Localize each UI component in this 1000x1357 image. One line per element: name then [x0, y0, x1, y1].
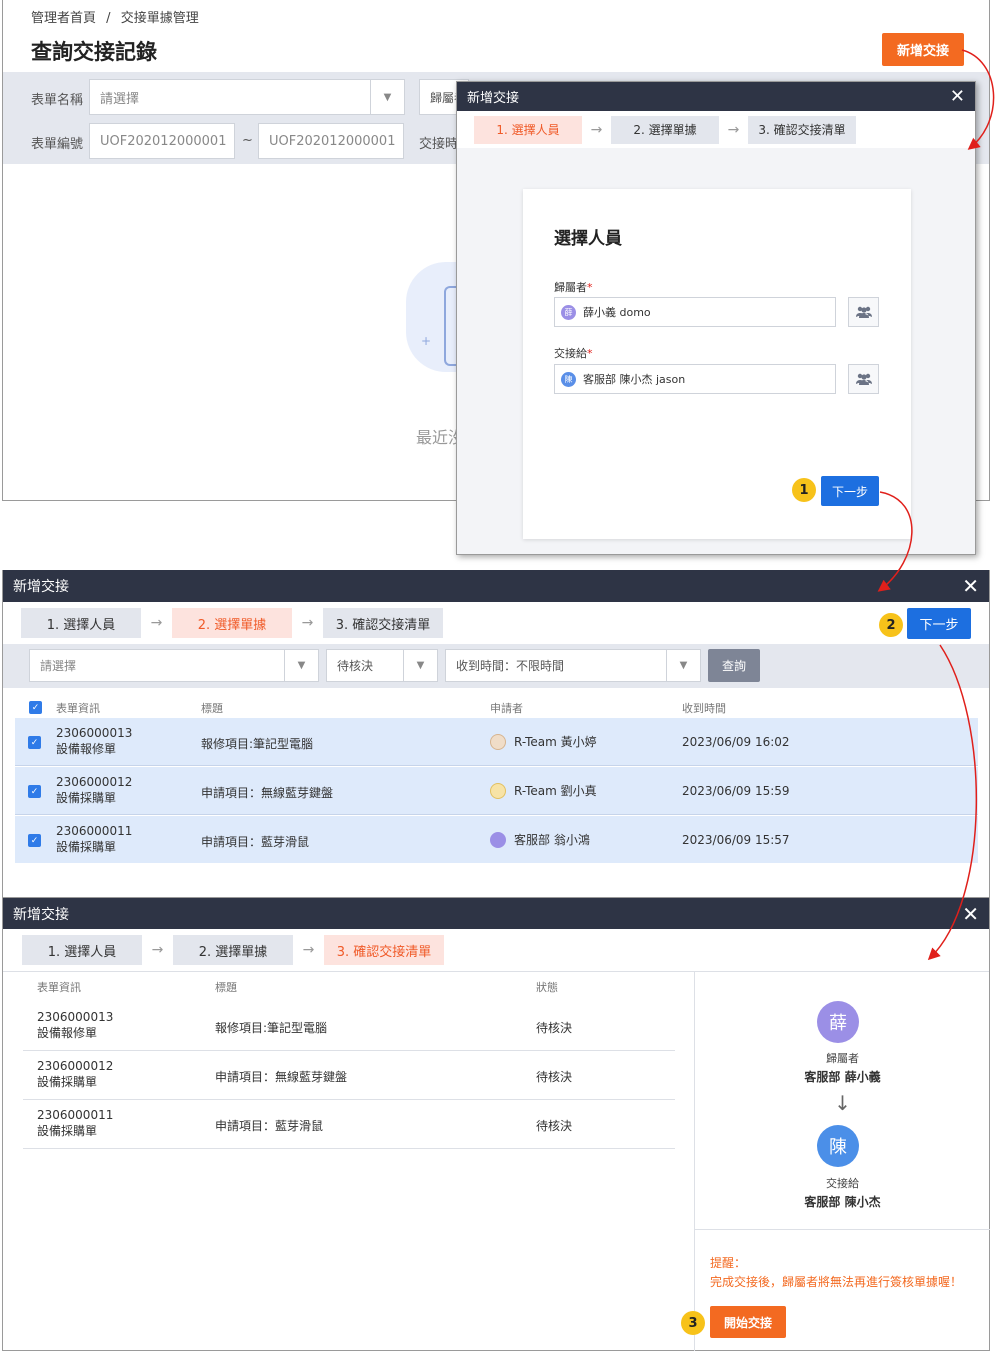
handover-time-label: 交接時 [419, 137, 459, 152]
step-2[interactable]: 2. 選擇單據 [611, 115, 719, 144]
people-icon [855, 306, 872, 318]
modal-header: 新增交接 ✕ [3, 570, 989, 602]
table-header: ✓ 表單資訊 標題 申請者 收到時間 [29, 701, 979, 715]
owner-field[interactable]: 薛 薛小義 domo [554, 297, 836, 327]
new-handover-button[interactable]: 新增交接 [882, 33, 964, 66]
step-2[interactable]: 2. 選擇單據 [173, 935, 293, 965]
handover-to-label: 交接給* [554, 347, 593, 360]
step-1[interactable]: 1. 選擇人員 [474, 115, 582, 144]
modal-title: 新增交接 [13, 906, 69, 923]
avatar: 陳 [817, 1125, 859, 1167]
close-icon[interactable]: ✕ [950, 86, 965, 107]
steps: 1. 選擇人員 → 2. 選擇單據 → 3. 確認交接清單 [22, 935, 444, 965]
query-button[interactable]: 查詢 [708, 649, 760, 682]
step-3[interactable]: 3. 確認交接清單 [324, 935, 444, 965]
avatar [490, 831, 506, 848]
people-icon [855, 373, 872, 385]
close-icon[interactable]: ✕ [962, 574, 979, 598]
reminder-text: 完成交接後，歸屬者將無法再進行簽核單據喔！ [710, 1275, 963, 1289]
steps: 1. 選擇人員 → 2. 選擇單據 → 3. 確認交接清單 [21, 608, 443, 638]
select-all-checkbox[interactable]: ✓ [29, 701, 42, 714]
status-text: 待核決 [536, 1070, 573, 1084]
start-handover-button[interactable]: 開始交接 [710, 1306, 786, 1338]
arrow-right-icon: → [151, 942, 164, 958]
step-3[interactable]: 3. 確認交接清單 [323, 608, 443, 638]
avatar: 陳 [561, 371, 576, 387]
pick-handover-button[interactable] [848, 364, 879, 394]
form-no-label: 表單編號 [31, 137, 84, 152]
modal-header: 新增交接 ✕ [3, 898, 989, 929]
avatar [490, 733, 506, 750]
form-name-select[interactable]: 請選擇 ▼ [89, 79, 405, 115]
table-row: 2306000012 設備採購單 申請項目：無線藍芽鍵盤 待核決 [23, 1051, 675, 1100]
row-checkbox[interactable]: ✓ [28, 736, 41, 749]
avatar [490, 782, 506, 799]
status-text: 待核決 [536, 1119, 573, 1133]
status-select[interactable]: 待核決 ▼ [326, 649, 438, 682]
breadcrumb: 管理者首頁 / 交接單據管理 [31, 11, 199, 26]
card-title: 選擇人員 [554, 229, 622, 249]
arrow-right-icon: → [302, 942, 315, 958]
modal-confirm-list: 新增交接 ✕ 1. 選擇人員 → 2. 選擇單據 → 3. 確認交接清單 表單資… [2, 897, 990, 1351]
table-row: 2306000011 設備採購單 申請項目：藍芽滑鼠 待核決 [23, 1100, 675, 1149]
chevron-down-icon: ▼ [403, 650, 437, 681]
table-row[interactable]: ✓ 2306000012 設備採購單 申請項目：無線藍芽鍵盤 R-Team 劉小… [15, 767, 978, 815]
table-row[interactable]: ✓ 2306000011 設備採購單 申請項目：藍芽滑鼠 客服部 翁小鴻 202… [15, 816, 978, 863]
modal-title: 新增交接 [467, 91, 520, 106]
step-1[interactable]: 1. 選擇人員 [22, 935, 142, 965]
breadcrumb-home[interactable]: 管理者首頁 [31, 11, 96, 26]
time-select[interactable]: 收到時間：不限時間 ▼ [445, 649, 701, 682]
chevron-down-icon: ▼ [284, 650, 318, 681]
arrow-right-icon: → [150, 615, 163, 631]
step-badge: 3 [681, 1311, 705, 1335]
avatar: 薛 [817, 1001, 859, 1043]
arrow-down-icon: ↓ [834, 1091, 851, 1115]
row-checkbox[interactable]: ✓ [28, 785, 41, 798]
step-2[interactable]: 2. 選擇單據 [172, 608, 292, 638]
row-checkbox[interactable]: ✓ [28, 834, 41, 847]
breadcrumb-current[interactable]: 交接單據管理 [121, 11, 199, 26]
select-people-card: 選擇人員 歸屬者* 薛 薛小義 domo 交接給* 陳 客服部 陳小杰 jaso… [523, 189, 911, 539]
avatar: 薛 [561, 304, 576, 320]
next-button[interactable]: 下一步 [821, 476, 879, 506]
step-badge: 1 [792, 478, 816, 502]
chevron-down-icon: ▼ [666, 650, 700, 681]
table-row[interactable]: ✓ 2306000013 設備報修單 報修項目:筆記型電腦 R-Team 黃小婷… [15, 718, 978, 766]
owner-label: 歸屬者* [554, 281, 593, 294]
table-row: 2306000013 設備報修單 報修項目:筆記型電腦 待核決 [23, 1002, 675, 1051]
arrow-right-icon: → [301, 615, 314, 631]
modal-select-people: 新增交接 ✕ 1. 選擇人員 → 2. 選擇單據 → 3. 確認交接清單 選擇人… [456, 81, 976, 555]
step-3[interactable]: 3. 確認交接清單 [748, 115, 856, 144]
modal-header: 新增交接 ✕ [457, 82, 975, 111]
form-no-from-input[interactable]: UOF202012000001 [89, 123, 235, 159]
pick-owner-button[interactable] [848, 297, 879, 327]
arrow-right-icon: → [590, 121, 603, 138]
arrow-right-icon: → [727, 121, 740, 138]
steps: 1. 選擇人員 → 2. 選擇單據 → 3. 確認交接清單 [457, 111, 975, 148]
form-no-to-input[interactable]: UOF202012000001 [258, 123, 404, 159]
next-button[interactable]: 下一步 [907, 608, 971, 639]
step-badge: 2 [879, 613, 903, 637]
close-icon[interactable]: ✕ [962, 902, 979, 926]
modal-title: 新增交接 [13, 579, 69, 595]
status-text: 待核決 [536, 1021, 573, 1035]
form-select[interactable]: 請選擇 ▼ [29, 649, 319, 682]
step-1[interactable]: 1. 選擇人員 [21, 608, 141, 638]
modal-select-documents: 新增交接 ✕ 1. 選擇人員 → 2. 選擇單據 → 3. 確認交接清單 2 下… [2, 570, 990, 898]
page-title: 查詢交接記錄 [31, 40, 157, 64]
form-name-label: 表單名稱 [31, 93, 84, 108]
handover-to-field[interactable]: 陳 客服部 陳小杰 jason [554, 364, 836, 394]
handover-summary-panel: 薛 歸屬者 客服部 薛小義 ↓ 陳 交接給 客服部 陳小杰 提醒： 完成交接後，… [681, 971, 990, 1351]
chevron-down-icon: ▼ [370, 80, 404, 114]
reminder-title: 提醒： [710, 1256, 747, 1270]
